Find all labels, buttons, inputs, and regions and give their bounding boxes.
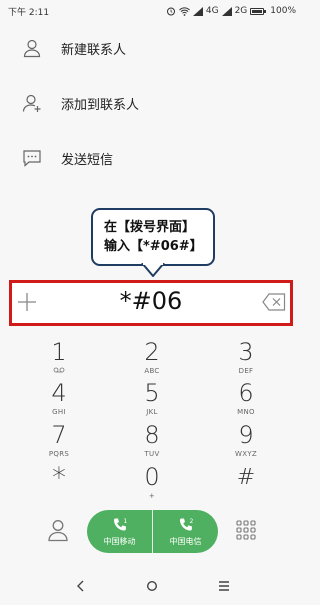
- key-star[interactable]: *: [29, 463, 89, 521]
- key-letters: DEF: [238, 367, 254, 375]
- menu-item-send-sms[interactable]: 发送短信: [0, 130, 302, 186]
- call-label: 中国移动: [103, 536, 136, 546]
- call-button-group: 1 中国移动 2 中国电信: [87, 510, 218, 553]
- navigation-bar: [0, 567, 302, 605]
- message-icon: [23, 150, 41, 167]
- menu-item-label: 新建联系人: [61, 42, 127, 58]
- callout-line-1: 在【拨号界面】: [104, 220, 196, 235]
- key-digit: 0: [144, 463, 160, 491]
- key-letters: MNO: [237, 408, 255, 416]
- person-icon: [23, 39, 41, 58]
- home-icon[interactable]: [143, 577, 161, 595]
- key-letters: +: [148, 492, 156, 500]
- call-label: 中国电信: [169, 536, 202, 546]
- key-letters: JKL: [146, 408, 158, 416]
- keypad-toggle-icon[interactable]: [236, 520, 256, 540]
- sim-number: 1: [123, 518, 127, 525]
- status-time: 下午 2:11: [8, 7, 50, 18]
- wifi-icon: [179, 6, 190, 16]
- key-digit: *: [52, 461, 66, 494]
- menu-item-label: 添加到联系人: [61, 97, 140, 113]
- dial-number-field[interactable]: *#06: [9, 280, 293, 326]
- status-icons: 4G 2G 100%: [166, 6, 296, 16]
- key-digit: #: [236, 465, 256, 490]
- key-letters: ABC: [144, 367, 160, 375]
- network-type-1: 4G: [205, 6, 219, 16]
- alarm-icon: [166, 7, 175, 16]
- battery-level: 100%: [270, 6, 296, 16]
- call-sim1-button[interactable]: 1 中国移动: [87, 510, 152, 553]
- callout-pointer: [141, 263, 165, 277]
- key-digit: 8: [144, 421, 160, 449]
- voicemail-icon: [53, 367, 65, 373]
- key-digit: 9: [238, 421, 254, 449]
- key-letters: WXYZ: [235, 450, 257, 458]
- menu-item-add-to-contact[interactable]: 添加到联系人: [0, 75, 302, 131]
- menu-icon[interactable]: [215, 577, 233, 595]
- phone-sim1-icon: 1: [113, 518, 127, 530]
- key-digit: 2: [144, 338, 160, 366]
- person-add-icon: [22, 94, 41, 112]
- contacts-icon[interactable]: [47, 518, 69, 542]
- call-sim2-button[interactable]: 2 中国电信: [152, 510, 218, 553]
- callout-line-2: 输入【*#06#】: [104, 239, 203, 254]
- status-bar: 下午 2:11 4G 2G 100%: [0, 0, 302, 22]
- key-digit: 4: [51, 379, 67, 407]
- battery-icon: [250, 7, 267, 15]
- signal-icon: [192, 6, 203, 16]
- instruction-callout: 在【拨号界面】 输入【*#06#】: [91, 208, 215, 266]
- signal-icon-2: [221, 6, 232, 16]
- key-digit: 7: [51, 421, 67, 449]
- key-digit: 1: [51, 338, 67, 366]
- key-letters: TUV: [144, 450, 160, 458]
- dialed-number: *#06: [119, 287, 183, 315]
- sim-number: 2: [189, 518, 193, 525]
- key-letters: GHI: [52, 408, 66, 416]
- back-icon[interactable]: [72, 577, 90, 595]
- menu-item-label: 发送短信: [61, 152, 114, 168]
- phone-sim2-icon: 2: [179, 518, 193, 530]
- backspace-icon[interactable]: [262, 293, 286, 311]
- key-letters: PQRS: [48, 450, 70, 458]
- key-hash[interactable]: #: [216, 463, 276, 521]
- key-digit: 6: [238, 379, 254, 407]
- key-digit: 5: [144, 379, 160, 407]
- key-digit: 3: [238, 338, 254, 366]
- menu-item-new-contact[interactable]: 新建联系人: [0, 20, 302, 76]
- network-type-2: 2G: [234, 6, 248, 16]
